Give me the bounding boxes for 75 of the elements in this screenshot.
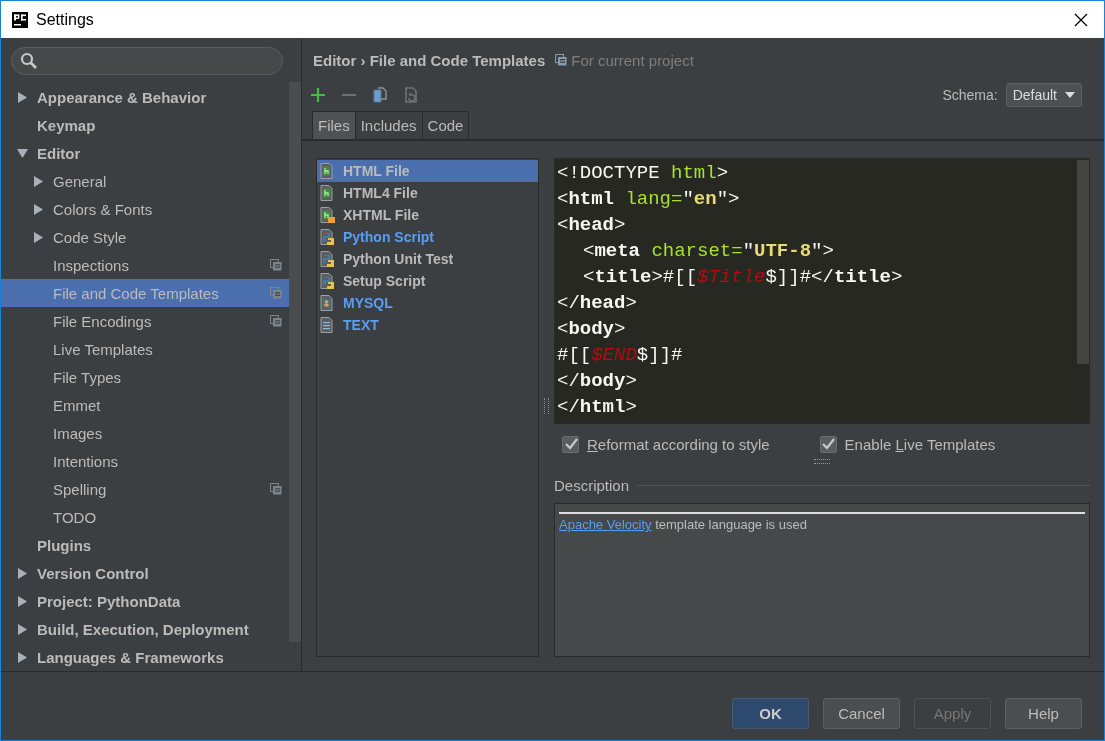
- scrollbar-thumb[interactable]: [289, 82, 301, 642]
- section-title: Description: [554, 476, 630, 494]
- code-line: <html lang="en">: [556, 187, 741, 212]
- sidebar-item[interactable]: Build, Execution, Deployment: [1, 615, 289, 643]
- scope-label: For current project: [571, 51, 694, 69]
- html-file-icon: [320, 185, 336, 201]
- add-icon[interactable]: [310, 87, 326, 103]
- code-line: <title>#[[$Title$]]#</title>: [582, 265, 904, 290]
- template-item[interactable]: HTML4 File: [317, 182, 538, 204]
- search-field[interactable]: [11, 47, 283, 75]
- python-file-icon: [320, 251, 336, 267]
- sidebar-item[interactable]: Images: [1, 419, 289, 447]
- html-file-icon: [320, 163, 336, 179]
- scrollbar-thumb[interactable]: [1077, 160, 1089, 364]
- sidebar-item[interactable]: Code Style: [1, 223, 289, 251]
- sidebar-item[interactable]: General: [1, 167, 289, 195]
- splitter-handle[interactable]: [814, 459, 830, 464]
- python-file-icon: [320, 273, 336, 289]
- sidebar-item[interactable]: Languages & Frameworks: [1, 643, 289, 671]
- template-item[interactable]: MYSQL: [317, 292, 538, 314]
- code-editor[interactable]: <!DOCTYPE html> <html lang="en"> <head> <meta charset="UTF-8"> <title>#[[$Title$]]#</title> </head> <body> #[[$END$]]# </body> </html>: [554, 158, 1090, 424]
- checkbox-label[interactable]: Reformat according to style: [587, 435, 770, 453]
- python-file-icon: [320, 229, 336, 245]
- database-file-icon: [320, 295, 336, 311]
- description-text: Apache Velocity template language is used: [559, 517, 808, 532]
- sidebar-item[interactable]: Intentions: [1, 447, 289, 475]
- breadcrumb: Editor › File and Code Templates: [313, 51, 546, 69]
- link[interactable]: Apache Velocity: [559, 517, 652, 532]
- sidebar-item[interactable]: Emmet: [1, 391, 289, 419]
- close-icon[interactable]: [1074, 12, 1088, 27]
- template-item[interactable]: Python Unit Test: [317, 248, 538, 270]
- code-line: <body>: [556, 317, 627, 342]
- copy-icon[interactable]: [372, 87, 388, 103]
- tab[interactable]: Files: [312, 111, 356, 139]
- dialog-button[interactable]: Cancel: [823, 698, 900, 729]
- dialog-button[interactable]: OK: [732, 698, 809, 729]
- sidebar-item[interactable]: Version Control: [1, 559, 289, 587]
- sidebar-item[interactable]: Project: PythonData: [1, 587, 289, 615]
- sidebar-item[interactable]: Colors & Fonts: [1, 195, 289, 223]
- code-line: <!DOCTYPE html>: [556, 161, 730, 186]
- template-item[interactable]: Setup Script: [317, 270, 538, 292]
- code-line: <head>: [556, 213, 627, 238]
- sidebar-item[interactable]: Inspections: [1, 251, 289, 279]
- schema-label: Schema:: [942, 87, 998, 103]
- sidebar-item[interactable]: File Encodings: [1, 307, 289, 335]
- search-icon: [20, 52, 38, 70]
- checkbox[interactable]: [819, 435, 837, 453]
- checkbox-label[interactable]: Enable Live Templates: [844, 435, 996, 453]
- splitter-handle[interactable]: [544, 398, 549, 414]
- sidebar-item[interactable]: Live Templates: [1, 335, 289, 363]
- tab[interactable]: Code: [421, 111, 470, 139]
- code-line: </head>: [556, 291, 638, 316]
- code-line: #[[$END$]]#: [556, 343, 684, 368]
- code-line: <meta charset="UTF-8">: [582, 239, 835, 264]
- text-file-icon: [320, 317, 336, 333]
- template-item[interactable]: Python Script: [317, 226, 538, 248]
- dialog-button[interactable]: Help: [1005, 698, 1082, 729]
- sidebar-item[interactable]: Spelling: [1, 475, 289, 503]
- sidebar-item[interactable]: Plugins: [1, 531, 289, 559]
- project-icon: [555, 54, 568, 66]
- app-logo-icon: [12, 11, 28, 28]
- schema-dropdown[interactable]: Default: [1005, 83, 1082, 107]
- sidebar-item[interactable]: Keymap: [1, 111, 289, 139]
- sidebar-item[interactable]: Editor: [1, 139, 289, 167]
- sidebar-item[interactable]: Appearance & Behavior: [1, 83, 289, 111]
- checkbox[interactable]: [562, 435, 579, 453]
- caret-icon: [1065, 92, 1075, 98]
- code-line: </body>: [556, 369, 638, 394]
- sidebar-item[interactable]: TODO: [1, 503, 289, 531]
- html-file-icon: [320, 207, 336, 223]
- template-item[interactable]: TEXT: [317, 314, 538, 336]
- template-item[interactable]: XHTML File: [317, 204, 538, 226]
- sidebar-item[interactable]: File Types: [1, 363, 289, 391]
- code-line: </html>: [556, 395, 638, 420]
- window-title: Settings: [36, 10, 95, 29]
